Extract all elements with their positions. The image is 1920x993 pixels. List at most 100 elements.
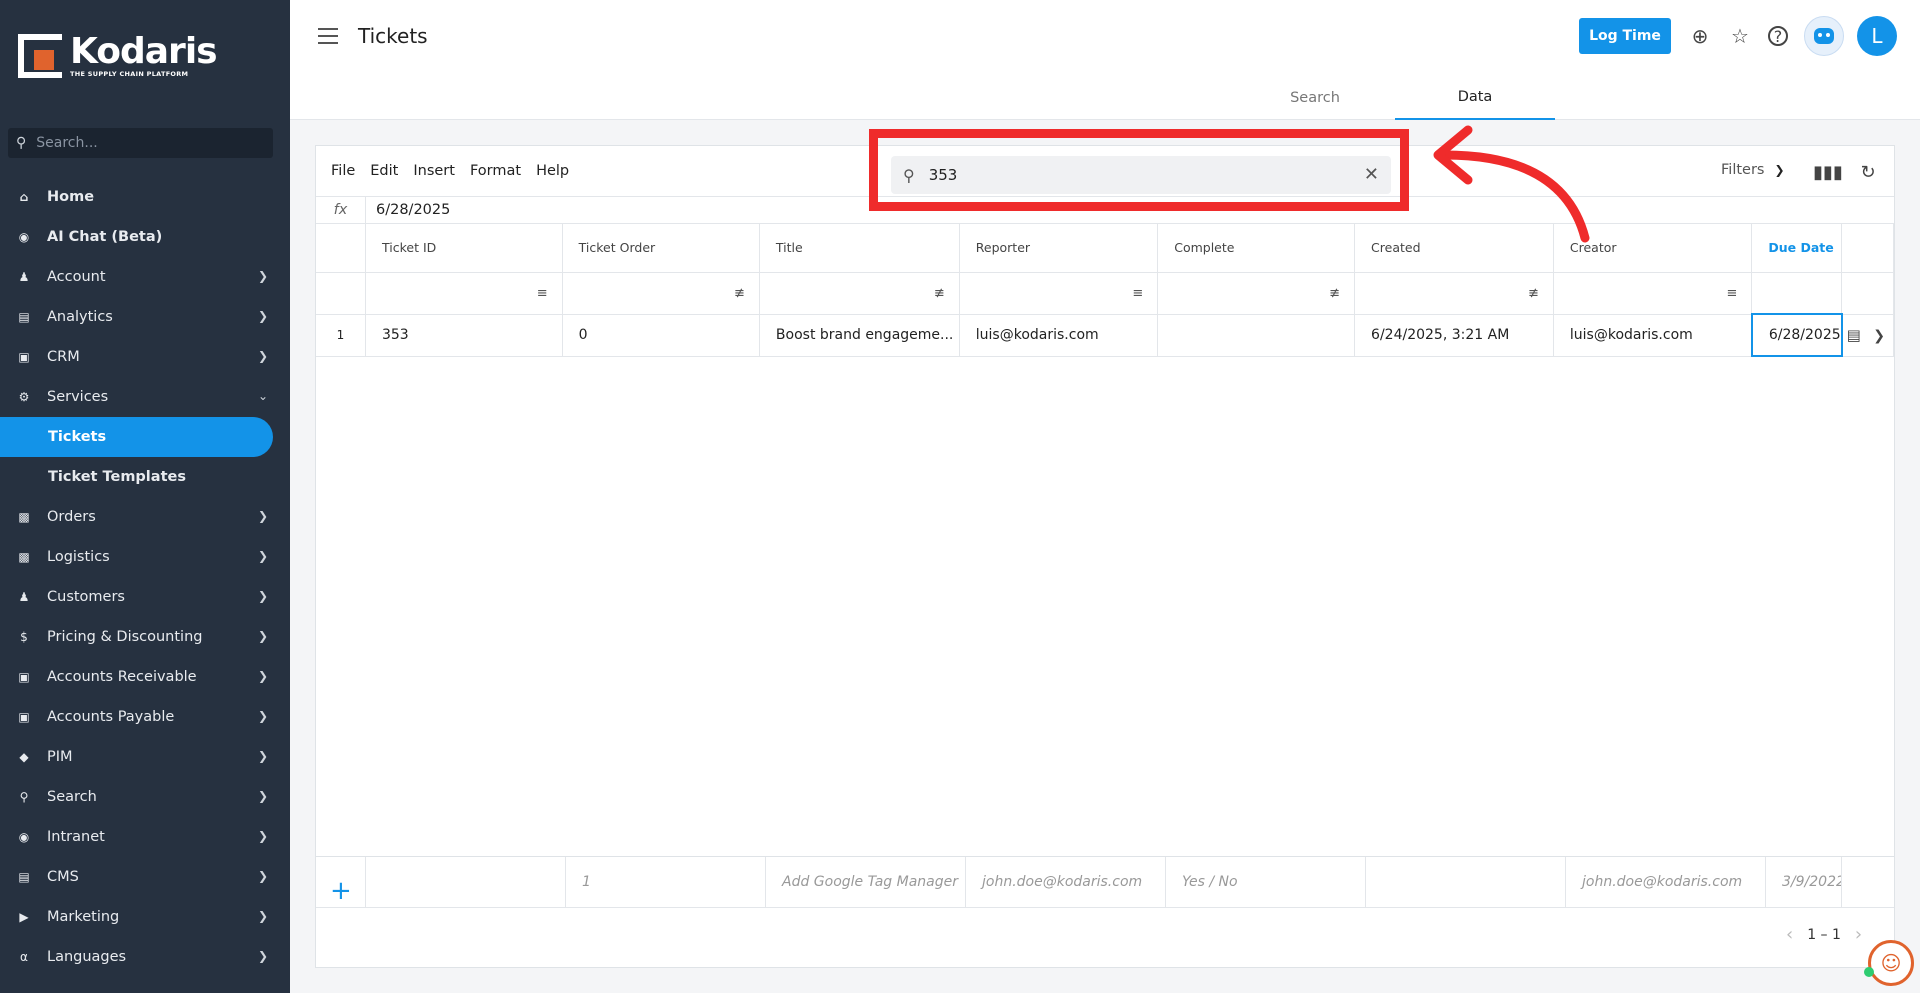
column-header-ticket-id[interactable]: Ticket ID (365, 224, 563, 273)
column-header-reporter[interactable]: Reporter (959, 224, 1159, 273)
cell-title[interactable]: Boost brand engageme... (759, 314, 960, 357)
view-tabs: Search Data (1235, 76, 1555, 120)
new-complete[interactable]: Yes / No (1166, 857, 1366, 907)
add-row-plus-icon[interactable]: + (330, 866, 352, 907)
new-created[interactable] (1366, 857, 1566, 907)
sidebar-item-languages[interactable]: α Languages ❯ (0, 937, 290, 977)
sidebar-item-search[interactable]: ⚲ Search ❯ (0, 777, 290, 817)
cell-ticket-order[interactable]: 0 (562, 314, 760, 357)
next-page-icon[interactable]: › (1855, 924, 1862, 945)
menu-help[interactable]: Help (536, 163, 569, 179)
menu-file[interactable]: File (331, 163, 355, 179)
sidebar-item-analytics[interactable]: ▤ Analytics ❯ (0, 297, 290, 337)
ai-assistant-button[interactable] (1804, 16, 1844, 56)
cell-complete[interactable] (1157, 314, 1356, 357)
sidebar-item-label: Intranet (47, 829, 105, 845)
truck-icon: ▩ (18, 550, 30, 564)
filter-off-icon[interactable]: ≢ (759, 272, 960, 315)
column-header-title[interactable]: Title (759, 224, 960, 273)
menu-format[interactable]: Format (470, 163, 521, 179)
sidebar-item-home[interactable]: ⌂ Home (0, 177, 290, 217)
chevron-right-icon: ❯ (257, 869, 268, 883)
add-circle-icon[interactable]: ⊕ (1688, 24, 1712, 48)
filter-off-icon[interactable]: ≢ (562, 272, 760, 315)
chevron-right-icon: ❯ (257, 789, 268, 803)
pager: ‹ 1 – 1 › (1786, 924, 1862, 945)
online-indicator (1864, 967, 1874, 977)
cell-ticket-id[interactable]: 353 (365, 314, 563, 357)
chevron-right-icon[interactable]: ❯ (1873, 328, 1885, 344)
sidebar-item-customers[interactable]: ♟ Customers ❯ (0, 577, 290, 617)
sidebar-item-accounts-payable[interactable]: ▣ Accounts Payable ❯ (0, 697, 290, 737)
column-header-due-date[interactable]: Due Date (1751, 224, 1843, 273)
sidebar-search-input[interactable] (36, 135, 257, 151)
cell-reporter[interactable]: luis@kodaris.com (959, 314, 1159, 357)
new-creator[interactable]: john.doe@kodaris.com (1566, 857, 1766, 907)
megaphone-icon: ▶ (19, 910, 29, 924)
filter-off-icon[interactable]: ≢ (1157, 272, 1356, 315)
chevron-right-icon: ❯ (257, 749, 268, 763)
new-row: + 1 Add Google Tag Manager john.doe@koda… (316, 856, 1894, 908)
cell-created[interactable]: 6/24/2025, 3:21 AM (1354, 314, 1554, 357)
menu-edit[interactable]: Edit (370, 163, 398, 179)
kodaris-logo[interactable]: Kodaris THE SUPPLY CHAIN PLATFORM (18, 34, 218, 78)
sidebar-item-label: Account (47, 269, 106, 285)
person-icon: ♟ (18, 270, 30, 284)
page-title: Tickets (358, 24, 428, 48)
sidebar-item-ai-chat-beta[interactable]: ◉ AI Chat (Beta) (0, 217, 290, 257)
tab-data[interactable]: Data (1395, 76, 1555, 120)
filter-icon[interactable]: ≡ (365, 272, 563, 315)
prev-page-icon[interactable]: ‹ (1786, 924, 1793, 945)
header-row: Ticket ID Ticket Order Title Reporter Co… (316, 224, 1894, 273)
new-reporter[interactable]: john.doe@kodaris.com (966, 857, 1166, 907)
hamburger-menu-icon[interactable] (318, 28, 338, 44)
sidebar-search[interactable]: ⚲ (8, 128, 273, 158)
sidebar-item-logistics[interactable]: ▩ Logistics ❯ (0, 537, 290, 577)
columns-icon[interactable]: ▮▮▮ (1813, 160, 1843, 184)
globe-icon: ◉ (18, 830, 30, 844)
refresh-icon[interactable]: ↻ (1856, 160, 1880, 184)
sidebar-item-pim[interactable]: ◆ PIM ❯ (0, 737, 290, 777)
new-ticket-id[interactable] (366, 857, 566, 907)
chevron-right-icon: ❯ (257, 829, 268, 843)
filter-off-icon[interactable]: ≢ (1354, 272, 1554, 315)
avatar[interactable]: L (1857, 16, 1897, 56)
home-icon: ⌂ (19, 190, 29, 204)
column-header-ticket-order[interactable]: Ticket Order (562, 224, 760, 273)
menu-insert[interactable]: Insert (413, 163, 455, 179)
filter-cell-blank (1751, 272, 1843, 315)
sidebar-item-accounts-receivable[interactable]: ▣ Accounts Receivable ❯ (0, 657, 290, 697)
new-title[interactable]: Add Google Tag Manager (766, 857, 966, 907)
cell-due-date[interactable]: 6/28/2025 (1750, 313, 1843, 357)
chart-icon: ▤ (18, 310, 30, 324)
table-row[interactable]: 1 353 0 Boost brand engageme... luis@kod… (316, 313, 1894, 357)
sidebar-item-label: Services (47, 389, 109, 405)
tab-search[interactable]: Search (1235, 76, 1395, 120)
comment-icon[interactable]: ▤ (1847, 326, 1861, 344)
sidebar-item-orders[interactable]: ▩ Orders ❯ (0, 497, 290, 537)
sidebar-item-intranet[interactable]: ◉ Intranet ❯ (0, 817, 290, 857)
new-ticket-order[interactable]: 1 (566, 857, 766, 907)
new-due-date[interactable]: 3/9/2022 (1766, 857, 1842, 907)
people-icon: ♟ (18, 590, 30, 604)
sidebar-item-crm[interactable]: ▣ CRM ❯ (0, 337, 290, 377)
sidebar-item-pricing-discounting[interactable]: $ Pricing & Discounting ❯ (0, 617, 290, 657)
sidebar-item-marketing[interactable]: ▶ Marketing ❯ (0, 897, 290, 937)
sidebar-item-ticket-templates[interactable]: Ticket Templates (0, 457, 290, 497)
cell-creator[interactable]: luis@kodaris.com (1553, 314, 1753, 357)
log-time-button[interactable]: Log Time (1579, 18, 1671, 54)
filter-icon[interactable]: ≡ (959, 272, 1159, 315)
sidebar-item-account[interactable]: ♟ Account ❯ (0, 257, 290, 297)
formula-value[interactable]: 6/28/2025 (366, 202, 450, 218)
sidebar-item-tickets[interactable]: Tickets (0, 417, 273, 457)
help-icon[interactable]: ? (1768, 26, 1788, 46)
column-header-complete[interactable]: Complete (1157, 224, 1356, 273)
filters-dropdown[interactable]: Filters ❯ (1721, 162, 1785, 178)
chat-widget-icon[interactable]: ☺ (1868, 940, 1914, 986)
sidebar-nav: ⌂ Home ◉ AI Chat (Beta) ♟ Account ❯ ▤ Analytics ❯… (0, 177, 290, 977)
star-icon[interactable]: ☆ (1728, 24, 1752, 48)
filter-icon[interactable]: ≡ (1553, 272, 1753, 315)
sidebar-item-cms[interactable]: ▤ CMS ❯ (0, 857, 290, 897)
sidebar-item-label: Search (47, 789, 97, 805)
sidebar-item-services[interactable]: ⚙ Services ⌄ (0, 377, 290, 417)
